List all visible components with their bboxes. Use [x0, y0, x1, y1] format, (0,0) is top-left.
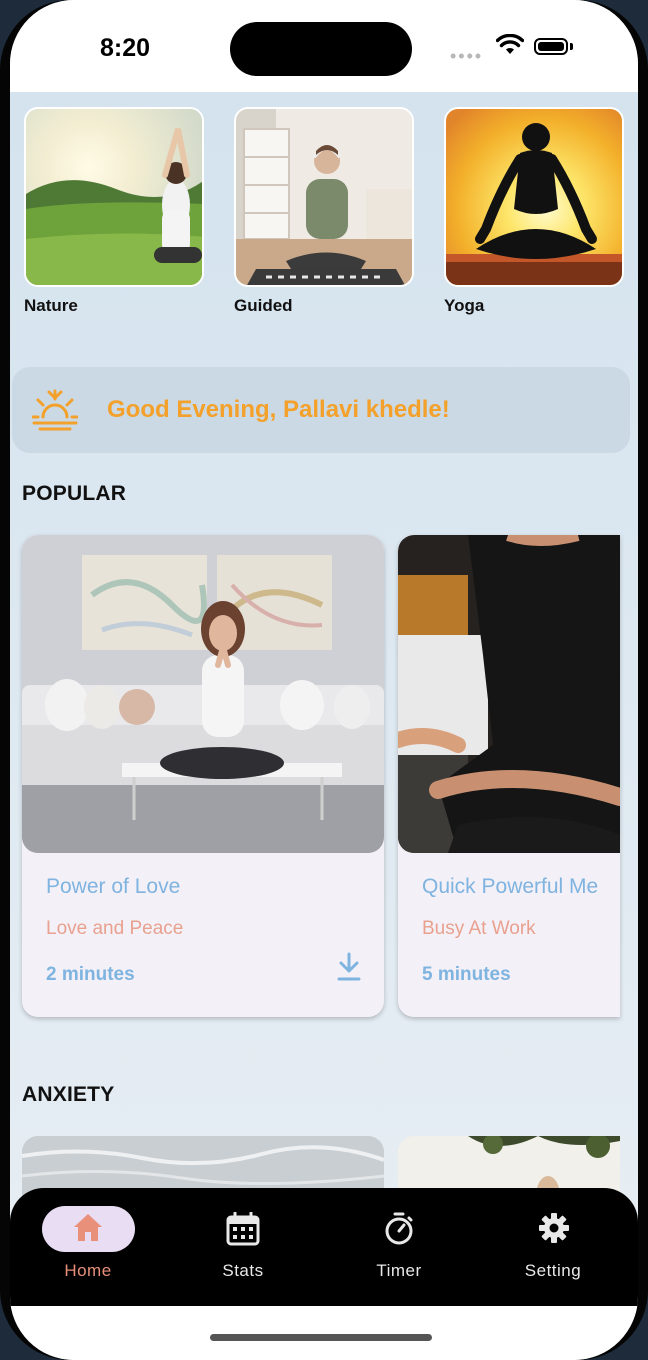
card-duration: 2 minutes	[46, 964, 135, 985]
nav-label: Stats	[222, 1261, 264, 1280]
home-indicator-area	[10, 1306, 638, 1360]
status-bar: 8:20 ••••	[10, 0, 638, 92]
nav-label: Setting	[524, 1261, 582, 1280]
category-label: Yoga	[444, 296, 485, 315]
nature-thumbnail	[24, 107, 204, 287]
cellular-signal-icon: ••••	[450, 46, 484, 66]
greeting-text: Good Evening, Pallavi khedle!	[107, 396, 450, 423]
download-icon[interactable]	[337, 952, 361, 982]
category-nature[interactable]: Nature	[24, 107, 204, 316]
home-indicator[interactable]	[210, 1334, 432, 1341]
nav-item-setting[interactable]: Setting	[488, 1188, 618, 1306]
card-subtitle: Busy At Work	[422, 918, 536, 939]
gear-icon	[539, 1213, 569, 1243]
section-title-popular: POPULAR	[22, 482, 127, 505]
dynamic-island	[230, 22, 412, 76]
guided-thumbnail	[234, 107, 414, 287]
category-label: Guided	[234, 296, 293, 315]
card-subtitle: Love and Peace	[46, 918, 184, 939]
wifi-icon	[496, 34, 524, 54]
calendar-icon	[226, 1212, 260, 1246]
meditation-card[interactable]: Power of Love Love and Peace 2 minutes	[22, 535, 384, 1017]
card-title: Quick Powerful Me	[422, 875, 599, 898]
section-title-anxiety: ANXIETY	[22, 1083, 115, 1106]
card-duration: 5 minutes	[422, 964, 511, 985]
category-label: Nature	[24, 296, 78, 315]
card-image-seated-meditation	[398, 535, 620, 853]
yoga-thumbnail	[444, 107, 624, 287]
home-icon	[74, 1214, 102, 1241]
category-guided[interactable]: Guided	[234, 107, 414, 316]
nav-item-home[interactable]: Home	[23, 1188, 153, 1306]
greeting-banner: Good Evening, Pallavi khedle!	[12, 367, 630, 453]
battery-tip	[570, 43, 573, 50]
card-title: Power of Love	[46, 875, 181, 898]
bottom-navigation: Home Stats Timer Setting	[10, 1188, 638, 1306]
nav-item-stats[interactable]: Stats	[178, 1188, 308, 1306]
battery-icon	[534, 38, 568, 55]
timer-icon	[385, 1212, 413, 1245]
sunset-icon	[32, 389, 78, 431]
app-screen: 8:20 •••• Nature Guided Yoga Good Evenin…	[10, 0, 638, 1360]
card-image-living-room	[22, 535, 384, 853]
category-yoga[interactable]: Yoga	[444, 107, 624, 316]
nav-label: Timer	[376, 1261, 422, 1280]
nav-label: Home	[64, 1261, 112, 1280]
status-time: 8:20	[100, 34, 151, 62]
meditation-card[interactable]: Quick Powerful Me Busy At Work 5 minutes	[398, 535, 620, 1017]
nav-item-timer[interactable]: Timer	[334, 1188, 464, 1306]
